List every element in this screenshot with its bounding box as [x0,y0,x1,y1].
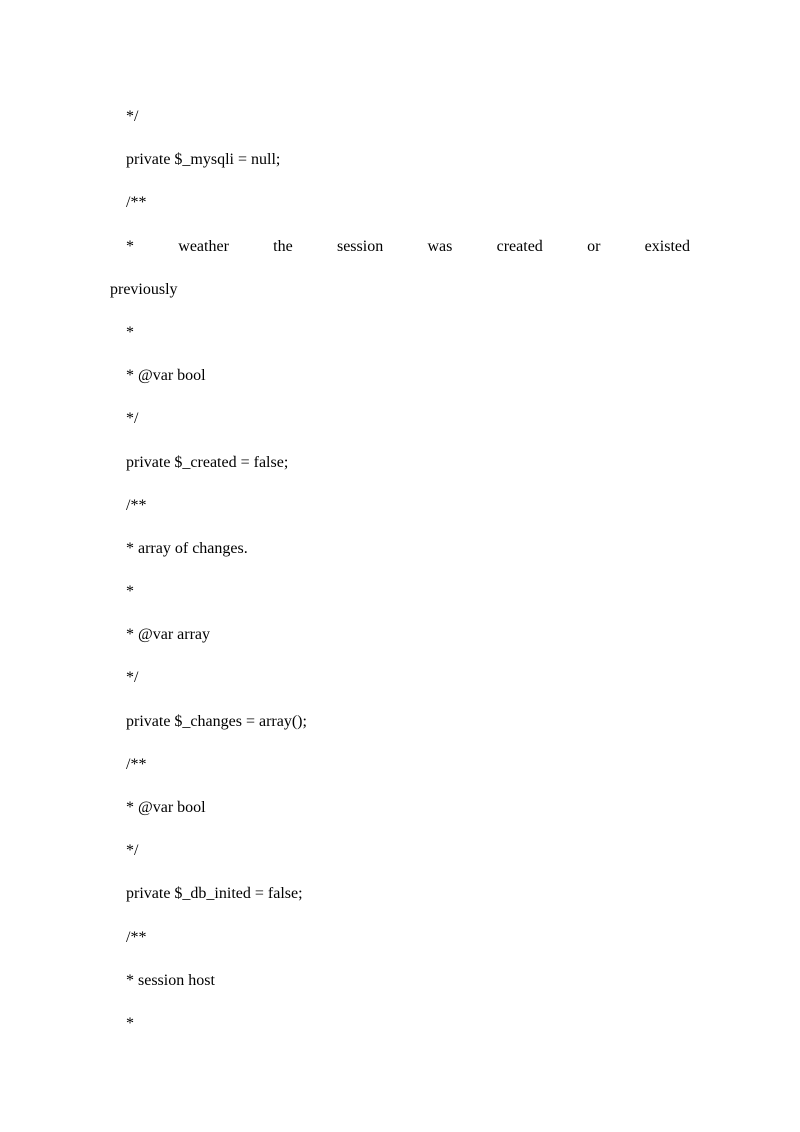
code-line: * @var bool [110,354,690,397]
code-line: /** [110,916,690,959]
code-line: /** [110,484,690,527]
code-line: private $_db_inited = false; [110,872,690,915]
code-line: * @var bool [110,786,690,829]
code-line-continuation: previously [110,268,690,311]
code-line: * @var array [110,613,690,656]
code-line: * [110,570,690,613]
code-line: * session host [110,959,690,1002]
code-line: /** [110,181,690,224]
code-line: /** [110,743,690,786]
code-line: * [110,1002,690,1045]
code-line: private $_created = false; [110,441,690,484]
code-document: */ private $_mysqli = null; /** * weathe… [0,0,800,1105]
code-line: private $_changes = array(); [110,700,690,743]
code-line: private $_mysqli = null; [110,138,690,181]
code-line: * weather the session was created or exi… [110,225,690,268]
code-line: */ [110,829,690,872]
code-line: * [110,311,690,354]
code-line: */ [110,95,690,138]
code-line: * array of changes. [110,527,690,570]
code-line: */ [110,397,690,440]
code-line: */ [110,656,690,699]
